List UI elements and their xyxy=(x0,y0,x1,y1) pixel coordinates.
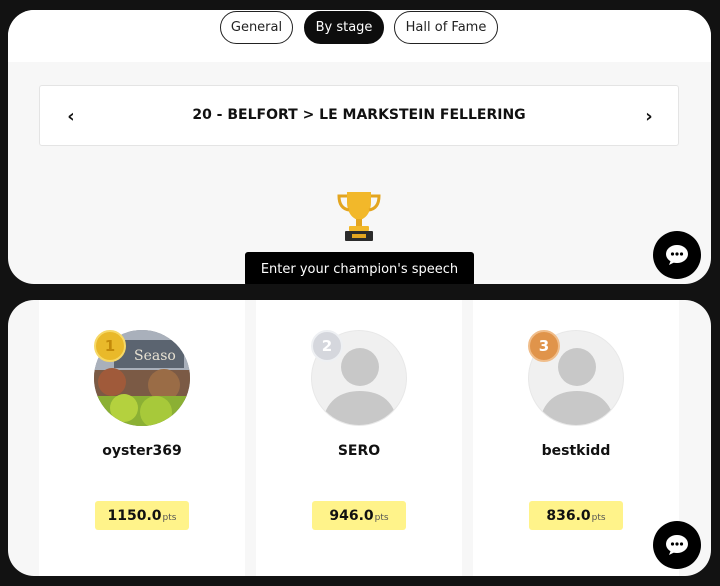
points-unit: pts xyxy=(374,513,389,523)
stage-ranking-panel: General By stage Hall of Fame ‹ 20 - BEL… xyxy=(8,10,711,284)
podium-card-2[interactable]: 2 SERO 946.0 pts xyxy=(256,300,462,576)
rank-badge: 1 xyxy=(94,330,126,362)
rank-badge: 3 xyxy=(528,330,560,362)
chat-bubble-icon xyxy=(666,245,688,265)
podium-panel: Seaso 1 oyster369 1150.0 pts 2 SERO 946.… xyxy=(8,300,711,576)
points-badge: 836.0 pts xyxy=(529,501,623,530)
podium-card-3[interactable]: 3 bestkidd 836.0 pts xyxy=(473,300,679,576)
next-stage-button[interactable]: › xyxy=(638,104,660,128)
points-badge: 1150.0 pts xyxy=(95,501,189,530)
points-badge: 946.0 pts xyxy=(312,501,406,530)
ranking-tabs: General By stage Hall of Fame xyxy=(8,10,711,62)
champion-speech-button[interactable]: Enter your champion's speech xyxy=(245,252,474,284)
podium-card-1[interactable]: Seaso 1 oyster369 1150.0 pts xyxy=(39,300,245,576)
tab-by-stage[interactable]: By stage xyxy=(304,11,384,44)
points-value: 946.0 xyxy=(329,508,374,524)
points-unit: pts xyxy=(591,513,606,523)
username: oyster369 xyxy=(102,443,182,459)
chat-bubble-icon xyxy=(666,535,688,555)
username: SERO xyxy=(337,443,381,459)
tab-general[interactable]: General xyxy=(220,11,293,44)
svg-text:Seaso: Seaso xyxy=(134,348,176,364)
points-value: 836.0 xyxy=(546,508,591,524)
trophy-icon xyxy=(337,192,381,241)
points-unit: pts xyxy=(162,513,177,523)
username: bestkidd xyxy=(541,443,611,459)
points-value: 1150.0 xyxy=(107,508,162,524)
stage-title: 20 - BELFORT > LE MARKSTEIN FELLERING xyxy=(192,107,526,123)
tab-hall-of-fame[interactable]: Hall of Fame xyxy=(394,11,498,44)
stage-selector: ‹ 20 - BELFORT > LE MARKSTEIN FELLERING … xyxy=(39,85,679,146)
rank-badge: 2 xyxy=(311,330,343,362)
chat-button[interactable] xyxy=(653,231,701,279)
chat-button[interactable] xyxy=(653,521,701,569)
